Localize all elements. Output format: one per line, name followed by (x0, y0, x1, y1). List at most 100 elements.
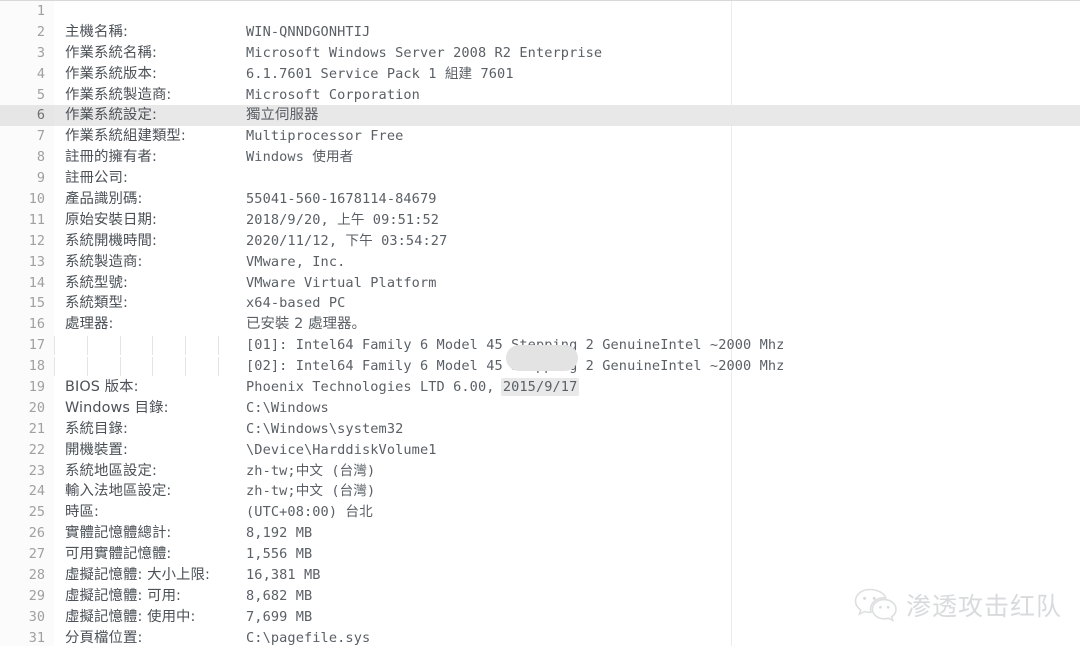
editor-line[interactable]: 16 處理器: 已安裝 2 處理器。 (0, 314, 1080, 336)
code-editor-area[interactable]: 1 2 主機名稱: WIN-QNNDGONHTIJ 3 作業系統名稱: Microsoft … (0, 1, 1080, 646)
line-number: 9 (0, 168, 54, 190)
line-number: 13 (0, 251, 54, 273)
field-label: 系統開機時間: (65, 232, 157, 249)
editor-line[interactable]: 19 BIOS 版本: Phoenix Technologies LTD 6.00,… (0, 377, 1080, 398)
editor-line[interactable]: 6 作業系統設定: 獨立伺服器 (0, 105, 1080, 127)
editor-line[interactable]: 18 [02]: Intel64 Family 6 Model 45 Steppi… (0, 356, 1080, 378)
field-label: 註冊的擁有者: (65, 149, 157, 166)
field-value: Multiprocessor Free (246, 128, 404, 145)
line-number: 8 (0, 147, 54, 169)
line-content: 作業系統版本: 6.1.7601 Service Pack 1 組建 7601 (54, 64, 1080, 85)
line-number: 16 (0, 314, 54, 336)
line-number: 10 (0, 189, 54, 210)
editor-line[interactable]: 13 系統製造商: VMware, Inc. (0, 251, 1080, 273)
field-value: 已安裝 2 處理器。 (246, 316, 367, 333)
editor-line[interactable]: 29 虛擬記憶體: 可用: 8,682 MB (0, 585, 1080, 607)
field-value: 16,381 MB (246, 567, 321, 584)
editor-line[interactable]: 23 系統地區設定: zh-tw;中文 (台灣) (0, 460, 1080, 482)
field-value: Windows 使用者 (246, 149, 354, 166)
line-number: 6 (0, 105, 54, 127)
line-content: 註冊的擁有者: Windows 使用者 (54, 147, 1080, 168)
editor-line[interactable]: 14 系統型號: VMware Virtual Platform (0, 272, 1080, 294)
line-content: 作業系統名稱: Microsoft Windows Server 2008 R2 … (54, 43, 1080, 64)
line-number: 15 (0, 293, 54, 315)
field-value: x64-based PC (246, 295, 346, 312)
line-content: 產品識別碼: 55041-560-1678114-84679 (54, 189, 1080, 210)
editor-line[interactable]: 7 作業系統組建類型: Multiprocessor Free (0, 126, 1080, 148)
line-content: 系統目錄: C:\Windows\system32 (54, 419, 1080, 440)
editor-line[interactable]: 12 系統開機時間: 2020/11/12, 下午 03:54:27 (0, 230, 1080, 252)
line-number: 27 (0, 544, 54, 566)
line-number: 4 (0, 63, 54, 85)
line-content: 可用實體記憶體: 1,556 MB (54, 544, 1080, 565)
line-number: 21 (0, 418, 54, 440)
editor-line[interactable]: 3 作業系統名稱: Microsoft Windows Server 2008 R2… (0, 42, 1080, 64)
field-label: 作業系統製造商: (65, 86, 172, 103)
editor-line[interactable]: 30 虛擬記憶體: 使用中: 7,699 MB (0, 606, 1080, 628)
field-value: C:\Windows\system32 (246, 420, 404, 437)
line-number: 11 (0, 209, 54, 231)
editor-line[interactable]: 9 註冊公司: (0, 168, 1080, 190)
field-label: 實體記憶體總計: (65, 525, 172, 542)
line-content: [02]: Intel64 Family 6 Model 45 Stepping… (54, 356, 1080, 377)
field-value: (UTC+08:00) 台北 (246, 504, 373, 521)
line-number: 14 (0, 272, 54, 294)
line-number: 2 (0, 21, 54, 43)
line-number: 23 (0, 460, 54, 482)
field-label: 開機裝置: (65, 441, 128, 458)
line-number: 24 (0, 481, 54, 503)
line-number: 12 (0, 230, 54, 252)
field-value: zh-tw;中文 (台灣) (246, 483, 376, 500)
field-value: VMware, Inc. (246, 253, 346, 270)
editor-line[interactable]: 28 虛擬記憶體: 大小上限: 16,381 MB (0, 565, 1080, 586)
line-number: 18 (0, 356, 54, 378)
line-content: 開機裝置: \Device\HarddiskVolume1 (54, 440, 1080, 461)
editor-line[interactable]: 21 系統目錄: C:\Windows\system32 (0, 418, 1080, 440)
line-content: 原始安裝日期: 2018/9/20, 上午 09:51:52 (54, 210, 1080, 231)
editor-line[interactable]: 15 系統類型: x64-based PC (0, 293, 1080, 315)
field-value: 7,699 MB (246, 608, 313, 625)
field-value: WIN-QNNDGONHTIJ (246, 23, 371, 40)
editor-line[interactable]: 4 作業系統版本: 6.1.7601 Service Pack 1 組建 7601 (0, 63, 1080, 85)
editor-line[interactable]: 10 產品識別碼: 55041-560-1678114-84679 (0, 189, 1080, 210)
line-content: 虛擬記憶體: 大小上限: 16,381 MB (54, 565, 1080, 586)
field-label: 虛擬記憶體: 可用: (65, 587, 182, 604)
editor-line[interactable]: 26 實體記憶體總計: 8,192 MB (0, 523, 1080, 545)
editor-line[interactable]: 2 主機名稱: WIN-QNNDGONHTIJ (0, 21, 1080, 43)
field-value: 2020/11/12, 下午 03:54:27 (246, 232, 448, 249)
editor-line[interactable]: 5 作業系統製造商: Microsoft Corporation (0, 84, 1080, 106)
editor-window: 1 2 主機名稱: WIN-QNNDGONHTIJ 3 作業系統名稱: Microsoft … (0, 0, 1080, 646)
field-label: 主機名稱: (65, 23, 128, 40)
field-value: 獨立伺服器 (246, 107, 319, 124)
line-number: 26 (0, 523, 54, 545)
line-number: 28 (0, 565, 54, 586)
line-number: 25 (0, 502, 54, 524)
editor-line[interactable]: 24 輸入法地區設定: zh-tw;中文 (台灣) (0, 481, 1080, 503)
field-label: 作業系統名稱: (65, 44, 157, 61)
editor-line[interactable]: 20 Windows 目錄: C:\Windows (0, 397, 1080, 419)
line-content: 註冊公司: (54, 168, 1080, 189)
editor-line[interactable]: 22 開機裝置: \Device\HarddiskVolume1 (0, 439, 1080, 461)
editor-line[interactable]: 31 分頁檔位置: C:\pagefile.sys (0, 627, 1080, 646)
line-content: 虛擬記憶體: 使用中: 7,699 MB (54, 607, 1080, 628)
line-number: 30 (0, 606, 54, 628)
line-content: BIOS 版本: Phoenix Technologies LTD 6.00, 2… (54, 377, 1080, 398)
editor-line[interactable]: 8 註冊的擁有者: Windows 使用者 (0, 147, 1080, 169)
line-number: 5 (0, 84, 54, 106)
line-number: 3 (0, 42, 54, 64)
editor-line[interactable]: 27 可用實體記憶體: 1,556 MB (0, 544, 1080, 566)
field-label: 虛擬記憶體: 使用中: (65, 608, 196, 625)
line-content: 系統型號: VMware Virtual Platform (54, 273, 1080, 294)
field-value: 55041-560-1678114-84679 (246, 191, 437, 208)
editor-line[interactable]: 11 原始安裝日期: 2018/9/20, 上午 09:51:52 (0, 209, 1080, 231)
field-label: 作業系統組建類型: (65, 128, 186, 145)
line-content: 實體記憶體總計: 8,192 MB (54, 523, 1080, 544)
editor-line[interactable]: 25 時區: (UTC+08:00) 台北 (0, 502, 1080, 524)
line-content: 系統製造商: VMware, Inc. (54, 252, 1080, 273)
field-value: 6.1.7601 Service Pack 1 組建 7601 (246, 65, 514, 82)
editor-line[interactable]: 1 (0, 1, 1080, 22)
line-number: 7 (0, 126, 54, 148)
editor-line[interactable]: 17 [01]: Intel64 Family 6 Model 45 Steppi… (0, 335, 1080, 357)
highlighted-token: 2015/9/17 (500, 378, 580, 397)
line-content (54, 1, 1080, 22)
